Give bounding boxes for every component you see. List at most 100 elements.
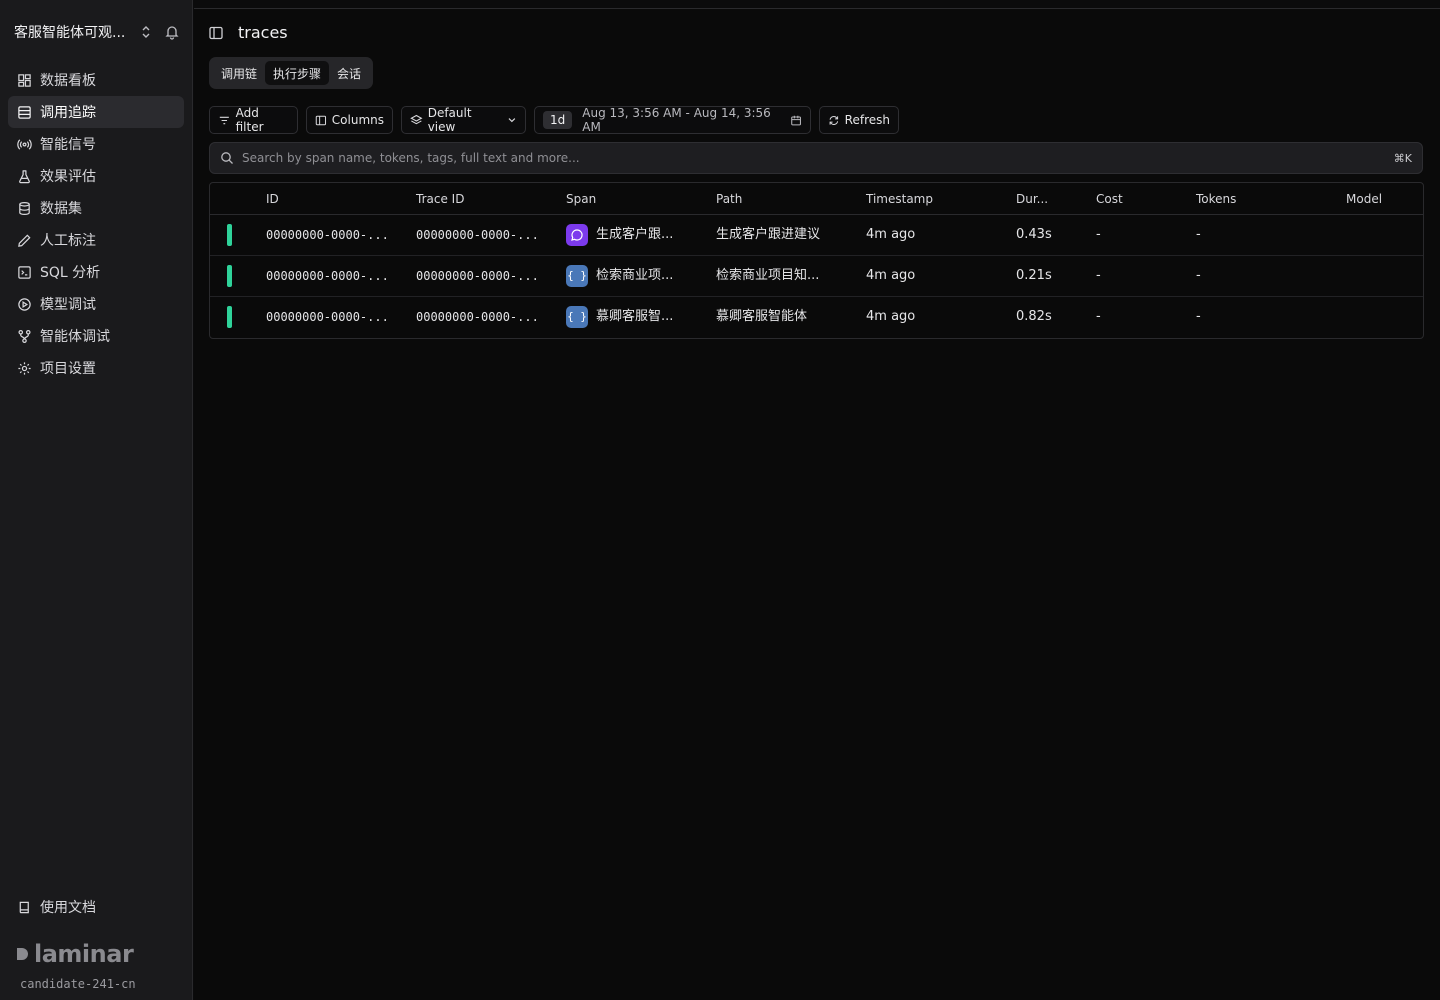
gear-icon <box>16 360 32 376</box>
sidebar-item-traces[interactable]: 调用追踪 <box>8 96 184 128</box>
refresh-icon <box>829 115 839 125</box>
laminar-logo: laminar <box>16 940 134 968</box>
date-range-picker[interactable]: 1d Aug 13, 3:56 AM - Aug 14, 3:56 AM <box>534 106 811 134</box>
sidebar-item-dashboard[interactable]: 数据看板 <box>8 64 184 96</box>
sidebar-docs: 使用文档 <box>8 891 184 923</box>
sidebar-item-docs[interactable]: 使用文档 <box>8 891 184 923</box>
cell-id: 00000000-0000-... <box>266 228 389 242</box>
cell-path: 生成客户跟进建议 <box>716 227 821 242</box>
sidebar-toggle-icon[interactable] <box>208 25 224 41</box>
sidebar-item-label: 项目设置 <box>40 361 96 377</box>
column-header-tokens[interactable]: Tokens <box>1196 183 1236 215</box>
terminal-icon <box>16 264 32 280</box>
sidebar-item-label: 调用追踪 <box>40 105 96 121</box>
cell-duration: 0.82s <box>1016 309 1052 324</box>
sidebar-item-label: SQL 分析 <box>40 265 101 281</box>
chevron-down-icon <box>508 118 516 123</box>
sidebar-item-label: 模型调试 <box>40 297 96 313</box>
column-header-duration[interactable]: Dur... <box>1016 183 1048 215</box>
cell-id: 00000000-0000-... <box>266 310 389 324</box>
sidebar-item-label: 数据看板 <box>40 73 96 89</box>
cell-trace-id: 00000000-0000-... <box>416 310 539 324</box>
cell-span: 生成客户跟... <box>566 215 706 255</box>
sidebar-item-evaluations[interactable]: 效果评估 <box>8 160 184 192</box>
traces-icon <box>16 104 32 120</box>
tab-sessions[interactable]: 会话 <box>329 61 369 85</box>
sidebar-item-label: 数据集 <box>40 201 82 217</box>
tab-traces[interactable]: 调用链 <box>213 61 265 85</box>
play-icon <box>16 296 32 312</box>
view-tabs: 调用链 执行步骤 会话 <box>209 57 374 89</box>
sidebar-item-sql[interactable]: SQL 分析 <box>8 256 184 288</box>
range-badge[interactable]: 1d <box>543 111 573 129</box>
columns-label: Columns <box>331 113 384 127</box>
sidebar-item-datasets[interactable]: 数据集 <box>8 192 184 224</box>
sidebar-item-settings[interactable]: 项目设置 <box>8 352 184 384</box>
bell-icon[interactable] <box>164 24 180 40</box>
cell-cost: - <box>1096 227 1101 242</box>
table-row[interactable]: 00000000-0000-... 00000000-0000-... 生成客户… <box>210 215 1423 256</box>
sidebar-item-agent-debug[interactable]: 智能体调试 <box>8 320 184 352</box>
sidebar-item-label: 使用文档 <box>40 900 96 916</box>
cell-model <box>1346 297 1416 337</box>
chevrons-up-down-icon[interactable] <box>138 24 154 40</box>
sidebar: 客服智能体可观... 数据看板 调用追踪 智能信号 效果评估 数据集 人工标注 <box>0 0 193 1000</box>
sidebar-item-labeling[interactable]: 人工标注 <box>8 224 184 256</box>
column-header-model[interactable]: Model <box>1346 183 1382 215</box>
main-content: traces 调用链 执行步骤 会话 Add filter Columns De… <box>194 8 1440 1000</box>
column-header-cost[interactable]: Cost <box>1096 183 1123 215</box>
view-label: Default view <box>427 106 472 134</box>
span-name: 生成客户跟... <box>596 227 674 242</box>
table-row[interactable]: 00000000-0000-... 00000000-0000-... { } 慕… <box>210 297 1423 338</box>
cell-timestamp: 4m ago <box>866 227 916 242</box>
cell-duration: 0.43s <box>1016 227 1052 242</box>
spans-table: ID Trace ID Span Path Timestamp Dur... C… <box>209 182 1424 339</box>
table-row[interactable]: 00000000-0000-... 00000000-0000-... { } 检… <box>210 256 1423 297</box>
cell-cost: - <box>1096 309 1101 324</box>
cell-trace-id: 00000000-0000-... <box>416 228 539 242</box>
cell-trace-id: 00000000-0000-... <box>416 269 539 283</box>
status-indicator <box>227 306 232 328</box>
cell-tokens: - <box>1196 268 1201 283</box>
project-name: 客服智能体可观... <box>14 25 126 41</box>
view-select[interactable]: Default view <box>401 106 526 134</box>
cell-timestamp: 4m ago <box>866 268 916 283</box>
column-header-span[interactable]: Span <box>566 183 596 215</box>
project-header[interactable]: 客服智能体可观... <box>0 18 193 46</box>
book-icon <box>16 899 32 915</box>
filter-icon <box>219 116 229 124</box>
laminar-logo-mark-icon <box>17 948 28 960</box>
column-header-timestamp[interactable]: Timestamp <box>866 183 933 215</box>
range-text: Aug 13, 3:56 AM - Aug 14, 3:56 AM <box>582 106 771 134</box>
cell-span: { } 慕卿客服智... <box>566 297 706 337</box>
cell-duration: 0.21s <box>1016 268 1052 283</box>
search-icon <box>221 152 233 164</box>
column-header-trace-id[interactable]: Trace ID <box>416 183 464 215</box>
tab-spans[interactable]: 执行步骤 <box>265 61 330 85</box>
flask-icon <box>16 168 32 184</box>
sidebar-item-label: 人工标注 <box>40 233 96 249</box>
search-input[interactable] <box>242 151 1394 165</box>
layers-icon <box>410 114 423 124</box>
page-header: traces <box>208 23 288 42</box>
columns-button[interactable]: Columns <box>306 106 393 134</box>
sidebar-item-playground[interactable]: 模型调试 <box>8 288 184 320</box>
llm-span-icon <box>566 223 588 246</box>
column-header-id[interactable]: ID <box>266 183 279 215</box>
status-indicator <box>227 265 232 287</box>
sidebar-item-signals[interactable]: 智能信号 <box>8 128 184 160</box>
signal-icon <box>16 136 32 152</box>
cell-cost: - <box>1096 268 1101 283</box>
sidebar-item-label: 智能体调试 <box>40 329 110 345</box>
add-filter-label: Add filter <box>235 106 264 134</box>
calendar-icon <box>791 115 801 125</box>
table-header: ID Trace ID Span Path Timestamp Dur... C… <box>210 183 1423 215</box>
span-name: 检索商业项... <box>596 268 674 283</box>
cell-model <box>1346 256 1416 296</box>
column-header-path[interactable]: Path <box>716 183 742 215</box>
cell-tokens: - <box>1196 309 1201 324</box>
add-filter-button[interactable]: Add filter <box>209 106 298 134</box>
database-icon <box>16 200 32 216</box>
cell-timestamp: 4m ago <box>866 309 916 324</box>
refresh-button[interactable]: Refresh <box>819 106 899 134</box>
